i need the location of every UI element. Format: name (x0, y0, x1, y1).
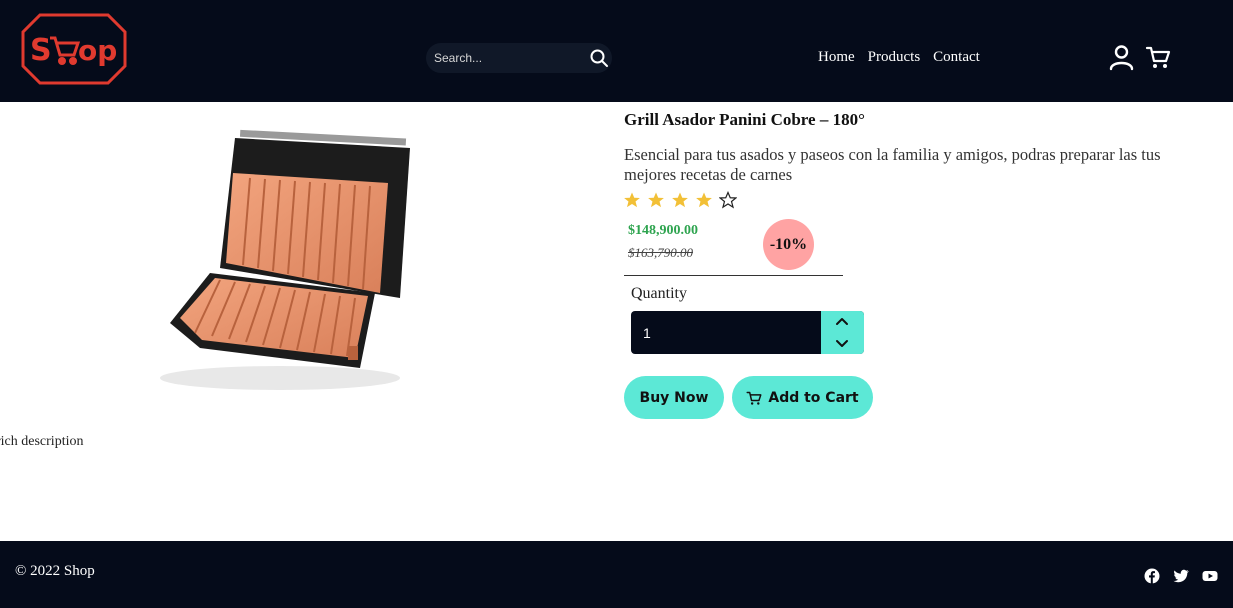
cart-icon (746, 391, 762, 405)
add-to-cart-button[interactable]: Add to Cart (732, 376, 873, 419)
star-empty-icon (719, 191, 737, 209)
copyright-text: © 2022 Shop (15, 563, 95, 579)
product-image (160, 129, 410, 390)
star-filled-icon (672, 192, 688, 208)
quantity-stepper (631, 311, 864, 354)
nav-products[interactable]: Products (868, 48, 921, 66)
rating-stars (623, 191, 737, 209)
user-icon[interactable] (1108, 44, 1135, 71)
product-description: Esencial para tus asados y paseos con la… (624, 145, 1161, 184)
shop-logo[interactable]: S op (20, 12, 128, 86)
star-filled-icon (648, 192, 664, 208)
quantity-input[interactable] (643, 322, 803, 344)
site-header: S op Home Products Contact (0, 0, 1233, 102)
nav-home[interactable]: Home (818, 48, 855, 66)
chevron-down-icon[interactable] (834, 337, 850, 349)
product-old-price: $163,790.00 (628, 245, 693, 260)
divider (624, 275, 843, 276)
nav-contact[interactable]: Contact (933, 48, 980, 66)
chevron-up-icon[interactable] (834, 316, 850, 328)
stepper-controls (821, 311, 864, 354)
search-bar (426, 43, 612, 73)
youtube-icon[interactable] (1202, 568, 1218, 584)
buy-now-label: Buy Now (639, 389, 709, 406)
buy-now-button[interactable]: Buy Now (624, 376, 724, 419)
star-filled-icon (624, 192, 640, 208)
product-title: Grill Asador Panini Cobre – 180° (624, 110, 865, 129)
rich-description: rich description (0, 434, 84, 449)
twitter-icon[interactable] (1173, 568, 1189, 584)
facebook-icon[interactable] (1144, 568, 1160, 584)
product-price: $148,900.00 (628, 223, 698, 238)
add-to-cart-label: Add to Cart (768, 389, 859, 406)
star-filled-icon (696, 192, 712, 208)
discount-badge: -10% (763, 219, 814, 270)
svg-text:op: op (78, 34, 117, 67)
main-nav: Home Products Contact (818, 48, 980, 66)
search-icon[interactable] (589, 48, 609, 68)
svg-text:S: S (30, 33, 52, 68)
quantity-label: Quantity (631, 285, 687, 302)
site-footer: © 2022 Shop (0, 541, 1233, 608)
cart-icon[interactable] (1145, 44, 1171, 70)
search-input[interactable] (434, 48, 582, 68)
